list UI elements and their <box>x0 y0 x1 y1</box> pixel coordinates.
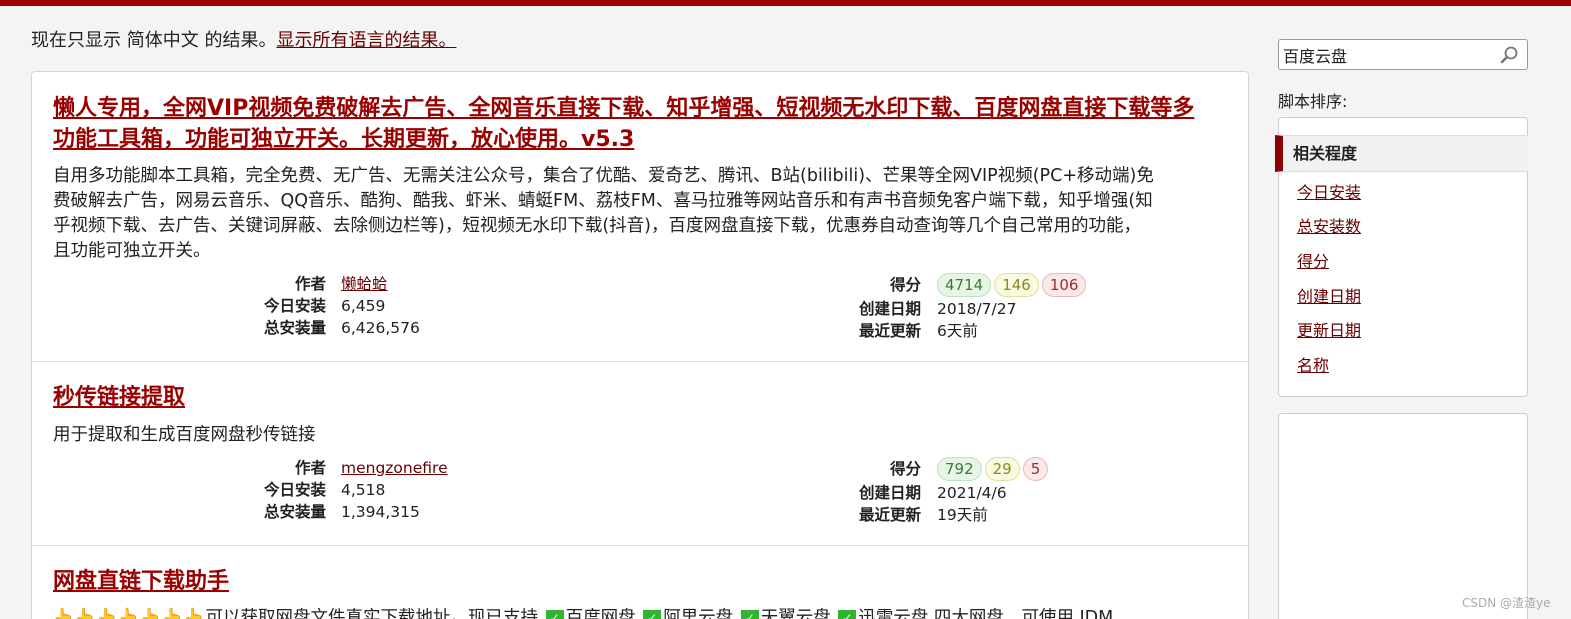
author-label: 作者 <box>294 275 326 293</box>
checkmark-icon: ✓ <box>643 610 662 619</box>
language-filter-notice: 现在只显示 简体中文 的结果。显示所有语言的结果。 <box>31 26 456 52</box>
pointing-hands-icon: 👆👆👆👆👆👆👆 <box>53 608 206 619</box>
supported-drive: 迅雷云盘 <box>858 608 929 619</box>
rating-pills: 4714 146 106 <box>937 273 1089 297</box>
checkmark-icon: ✓ <box>545 610 564 619</box>
sort-label: 脚本排序: <box>1278 92 1348 111</box>
script-list-item: 懒人专用，全网VIP视频免费破解去广告、全网音乐直接下载、知乎增强、短视频无水印… <box>32 72 1248 362</box>
script-description: 自用多功能脚本工具箱，完全免费、无广告、无需关注公众号，集合了优酷、爱奇艺、腾讯… <box>53 164 1154 264</box>
total-installs-label: 总安装量 <box>263 503 326 521</box>
rating-bad-pill: 5 <box>1022 457 1049 481</box>
created-date-value: 2018/7/27 <box>937 300 1017 318</box>
description-line: 费破解去广告，网易云音乐、QQ音乐、酷狗、酷我、虾米、蜻蜓FM、荔枝FM、喜马拉… <box>53 191 1153 211</box>
script-title-line: 功能工具箱，功能可独立开关。长期更新，放心使用。v5.3 <box>53 127 635 152</box>
created-date-value: 2021/4/6 <box>937 484 1007 502</box>
description-line: 且功能可独立开关。 <box>53 241 211 261</box>
rating-bad-pill: 106 <box>1041 273 1087 297</box>
updated-date-label: 最近更新 <box>858 322 921 340</box>
search-icon[interactable] <box>1499 45 1519 65</box>
top-accent-bar <box>0 0 1571 6</box>
author-link[interactable]: 懒蛤蛤 <box>341 275 388 293</box>
script-title-line: 懒人专用，全网VIP视频免费破解去广告、全网音乐直接下载、知乎增强、短视频无水印… <box>53 96 1195 121</box>
search-input[interactable] <box>1283 44 1493 66</box>
sort-option-rating[interactable]: 得分 <box>1297 248 1329 272</box>
checkmark-icon: ✓ <box>838 610 857 619</box>
rating-good-pill: 4714 <box>937 273 992 297</box>
sort-options-panel: 相关程度 今日安装 总安装数 得分 创建日期 更新日期 名称 <box>1275 117 1528 397</box>
sort-option-daily-installs[interactable]: 今日安装 <box>1297 179 1361 203</box>
daily-installs-value: 4,518 <box>341 481 386 499</box>
author-label: 作者 <box>294 459 326 477</box>
daily-installs-label: 今日安装 <box>263 297 326 315</box>
rating-ok-pill: 29 <box>984 457 1020 481</box>
daily-installs-value: 6,459 <box>341 297 386 315</box>
search-box <box>1278 39 1528 70</box>
script-results-list: 懒人专用，全网VIP视频免费破解去广告、全网音乐直接下载、知乎增强、短视频无水印… <box>31 71 1249 619</box>
sort-option-updated[interactable]: 更新日期 <box>1297 317 1361 341</box>
script-list-item: 秒传链接提取 用于提取和生成百度网盘秒传链接 作者 mengzonefire 今… <box>32 362 1248 546</box>
total-installs-value: 6,426,576 <box>341 319 420 337</box>
show-all-languages-link[interactable]: 显示所有语言的结果。 <box>276 30 456 51</box>
sort-option-name[interactable]: 名称 <box>1297 352 1329 376</box>
total-installs-value: 1,394,315 <box>341 503 420 521</box>
updated-date-value: 19天前 <box>937 506 988 524</box>
author-link[interactable]: mengzonefire <box>341 459 448 477</box>
script-title-link[interactable]: 懒人专用，全网VIP视频免费破解去广告、全网音乐直接下载、知乎增强、短视频无水印… <box>53 93 1194 155</box>
description-line: 乎视频下载、去广告、关键词屏蔽、去除侧边栏等)，短视频无水印下载(抖音)，百度网… <box>53 216 1141 236</box>
rating-good-pill: 792 <box>937 457 982 481</box>
script-title-link[interactable]: 网盘直链下载助手 <box>53 566 229 597</box>
language-notice-text: 现在只显示 简体中文 的结果。 <box>31 30 277 51</box>
rating-ok-pill: 146 <box>994 273 1039 297</box>
sort-option-total-installs[interactable]: 总安装数 <box>1297 213 1361 237</box>
script-description: 👆👆👆👆👆👆👆可以获取网盘文件真实下载地址。现已支持 ✓ 百度网盘 ✓ 阿里云盘 ✓… <box>53 606 1113 619</box>
supported-drive: 天翼云盘 <box>760 608 831 619</box>
total-installs-label: 总安装量 <box>263 319 326 337</box>
script-list-item: 网盘直链下载助手 👆👆👆👆👆👆👆可以获取网盘文件真实下载地址。现已支持 ✓ 百度网… <box>32 546 1248 619</box>
script-description: 用于提取和生成百度网盘秒传链接 <box>53 425 316 445</box>
sort-option-relevance[interactable]: 相关程度 <box>1275 135 1528 172</box>
rating-label: 得分 <box>889 460 921 478</box>
description-line: 自用多功能脚本工具箱，完全免费、无广告、无需关注公众号，集合了优酷、爱奇艺、腾讯… <box>53 166 1154 186</box>
created-date-label: 创建日期 <box>858 484 921 502</box>
checkmark-icon: ✓ <box>740 610 759 619</box>
supported-drive: 阿里云盘 <box>663 608 734 619</box>
watermark: CSDN @渣渣ye <box>1462 596 1551 610</box>
sidebar-ad-panel <box>1278 413 1528 619</box>
sort-option-created[interactable]: 创建日期 <box>1297 283 1361 307</box>
script-title-link[interactable]: 秒传链接提取 <box>53 382 185 413</box>
created-date-label: 创建日期 <box>858 300 921 318</box>
daily-installs-label: 今日安装 <box>263 481 326 499</box>
updated-date-value: 6天前 <box>937 322 978 340</box>
description-text: 四大网盘，可使用 IDM <box>933 608 1114 619</box>
description-text: 可以获取网盘文件真实下载地址。现已支持 <box>205 608 539 619</box>
rating-label: 得分 <box>889 276 921 294</box>
rating-pills: 792 29 5 <box>937 457 1051 481</box>
supported-drive: 百度网盘 <box>565 608 636 619</box>
updated-date-label: 最近更新 <box>858 506 921 524</box>
